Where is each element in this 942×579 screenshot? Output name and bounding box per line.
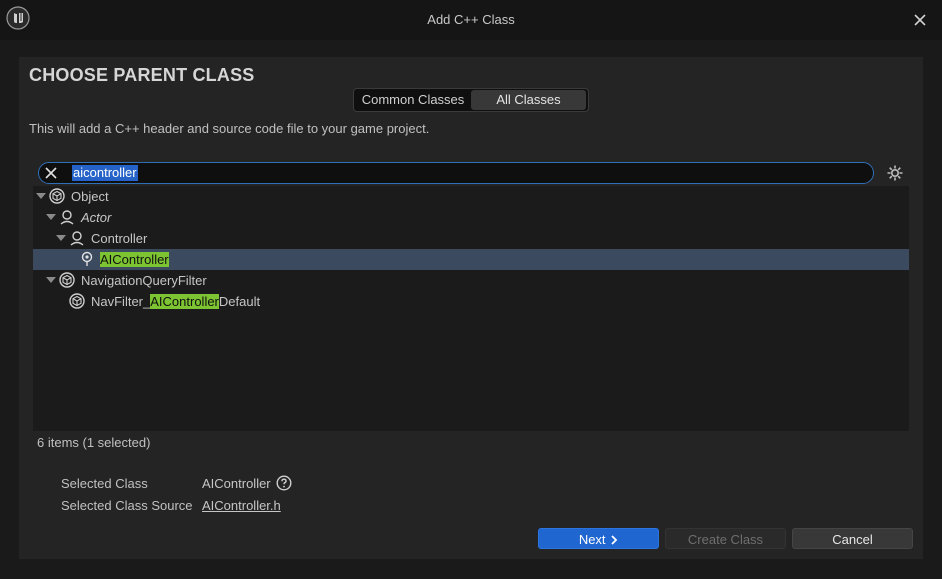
create-class-button[interactable]: Create Class xyxy=(665,528,786,549)
help-icon[interactable] xyxy=(276,475,292,491)
class-filter-tabs: Common Classes All Classes xyxy=(353,88,589,112)
tab-common-classes[interactable]: Common Classes xyxy=(356,90,470,110)
tab-all-classes[interactable]: All Classes xyxy=(471,90,586,110)
tree-item-label: Object xyxy=(71,189,109,204)
tree-row-object[interactable]: Object xyxy=(33,186,909,207)
object-class-icon xyxy=(69,293,85,309)
tree-item-label: NavigationQueryFilter xyxy=(81,273,207,288)
label-suffix: Default xyxy=(218,294,261,309)
aicontroller-class-icon xyxy=(81,251,93,266)
search-match-highlight: AIController xyxy=(100,252,169,267)
expand-arrow-icon[interactable] xyxy=(56,235,66,241)
tree-item-label: Controller xyxy=(91,231,148,246)
expand-arrow-icon[interactable] xyxy=(36,193,46,199)
selected-class-source-link[interactable]: AIController.h xyxy=(202,498,281,513)
selected-class-label: Selected Class xyxy=(61,476,148,491)
clear-search-icon[interactable] xyxy=(43,165,59,181)
tree-row-navfilter-aicontroller-default[interactable]: NavFilter_AIControllerDefault xyxy=(33,291,909,312)
title-bar: Add C++ Class xyxy=(0,0,942,40)
controller-class-icon xyxy=(70,231,84,246)
label-prefix: NavFilter_ xyxy=(91,294,151,309)
class-tree: Object Actor Controller AIController Nav… xyxy=(33,186,909,431)
tree-item-label: AIController xyxy=(100,252,169,267)
tree-row-actor[interactable]: Actor xyxy=(33,207,909,228)
actor-class-icon xyxy=(60,210,74,225)
tree-row-aicontroller[interactable]: AIController xyxy=(33,249,909,270)
tree-row-navigationqueryfilter[interactable]: NavigationQueryFilter xyxy=(33,270,909,291)
tree-row-controller[interactable]: Controller xyxy=(33,228,909,249)
page-title: CHOOSE PARENT CLASS xyxy=(29,65,255,85)
search-input[interactable]: aicontroller xyxy=(38,162,874,184)
next-button-label: Next xyxy=(578,532,606,547)
next-button[interactable]: Next xyxy=(538,528,659,549)
search-value[interactable]: aicontroller xyxy=(72,165,138,181)
search-match-highlight: AIController xyxy=(150,294,219,309)
tree-item-label: NavFilter_AIControllerDefault xyxy=(91,294,260,309)
selected-class-value: AIController xyxy=(202,476,271,491)
object-class-icon xyxy=(49,188,65,204)
expand-arrow-icon[interactable] xyxy=(46,214,56,220)
gear-icon[interactable] xyxy=(886,164,904,182)
close-icon[interactable] xyxy=(909,9,931,31)
description-text: This will add a C++ header and source co… xyxy=(29,121,430,136)
item-count: 6 items (1 selected) xyxy=(37,435,151,450)
selected-class-source-label: Selected Class Source xyxy=(61,498,193,513)
object-class-icon xyxy=(59,272,75,288)
chevron-right-icon xyxy=(611,535,618,545)
cancel-button[interactable]: Cancel xyxy=(792,528,913,549)
window-title: Add C++ Class xyxy=(427,12,515,27)
tree-item-label: Actor xyxy=(81,210,112,225)
expand-arrow-icon[interactable] xyxy=(46,277,56,283)
